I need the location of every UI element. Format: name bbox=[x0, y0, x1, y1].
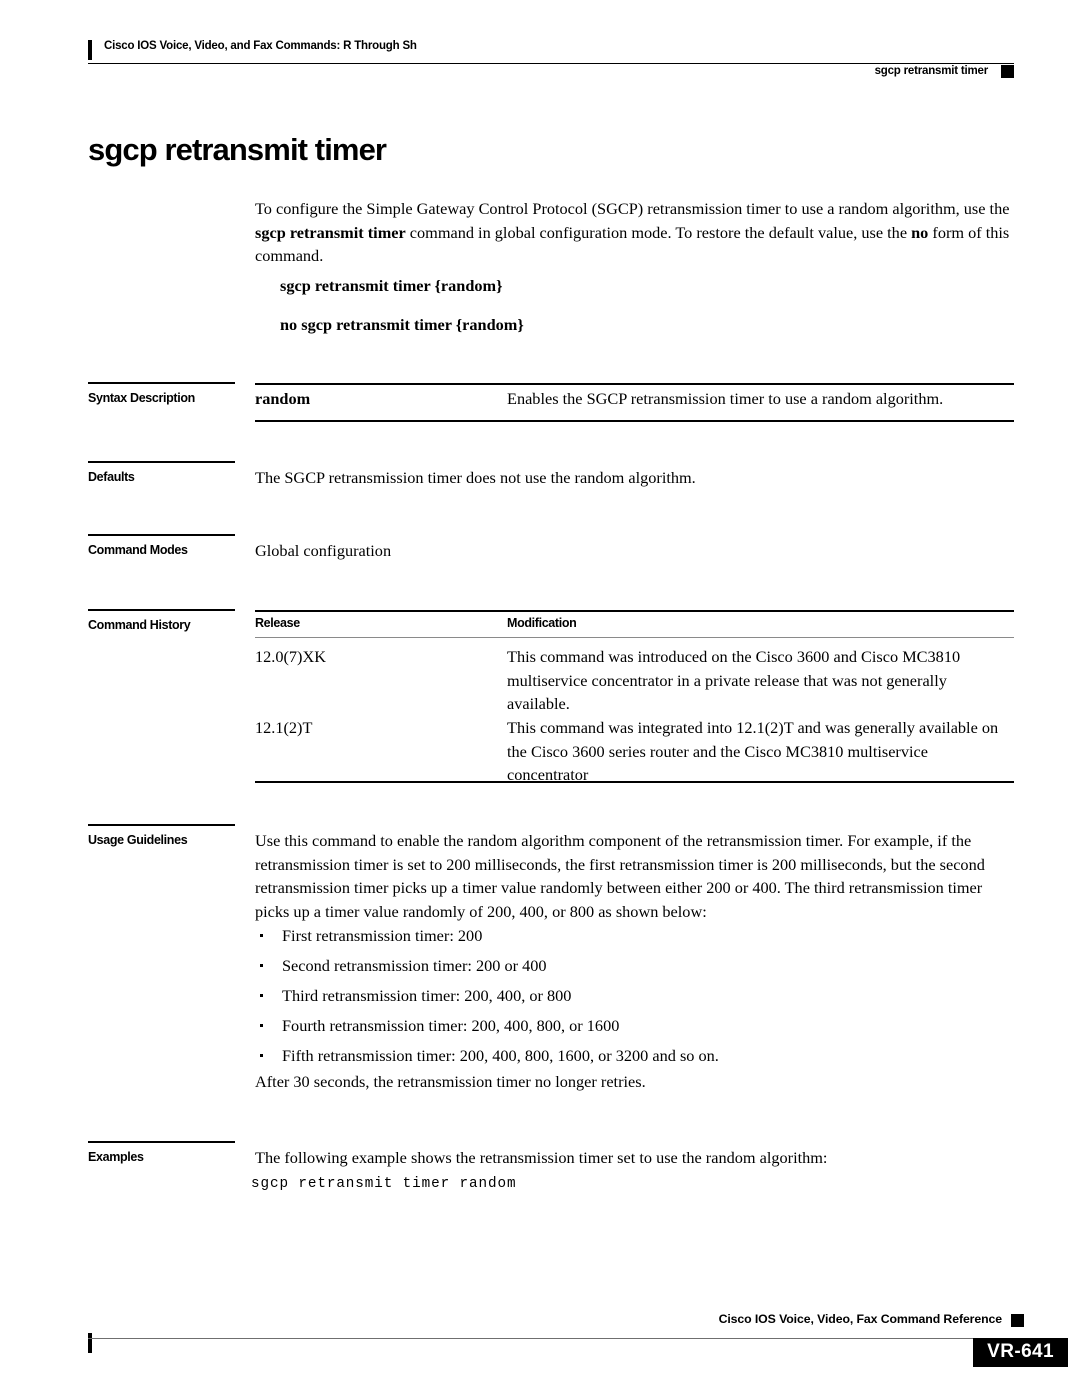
page-header: Cisco IOS Voice, Video, and Fax Commands… bbox=[88, 38, 1014, 78]
bullet-marker-icon bbox=[260, 964, 263, 967]
table-rule-bottom bbox=[255, 781, 1014, 783]
section-label-text: Command Modes bbox=[88, 543, 188, 557]
section-label-text: Defaults bbox=[88, 470, 135, 484]
list-item-text: Fourth retransmission timer: 200, 400, 8… bbox=[282, 1016, 620, 1035]
section-label-text: Command History bbox=[88, 618, 191, 632]
table-row: 12.1(2)T bbox=[255, 718, 313, 737]
syntax-line-positive: sgcp retransmit timer {random} bbox=[280, 276, 503, 295]
list-item-text: Third retransmission timer: 200, 400, or… bbox=[282, 986, 572, 1005]
example-code-block: sgcp retransmit timer random bbox=[251, 1176, 517, 1192]
section-label-command-modes: Command Modes bbox=[88, 534, 238, 557]
intro-bold-command: sgcp retransmit timer bbox=[255, 222, 406, 242]
section-label-rule bbox=[88, 461, 235, 463]
running-head: sgcp retransmit timer bbox=[874, 65, 989, 77]
footer-square-marker bbox=[1011, 1314, 1024, 1327]
header-square-marker bbox=[1001, 65, 1014, 78]
bullet-marker-icon bbox=[260, 1054, 263, 1057]
syntax-term: random bbox=[255, 389, 311, 408]
header-tick-mark bbox=[88, 40, 92, 60]
section-label-rule bbox=[88, 382, 235, 384]
footer-divider bbox=[88, 1338, 1014, 1339]
section-label-syntax-description: Syntax Description bbox=[88, 382, 238, 405]
command-modes-text: Global configuration bbox=[255, 541, 392, 560]
usage-guidelines-paragraph: Use this command to enable the random al… bbox=[255, 831, 985, 921]
usage-guidelines-bullet-list: First retransmission timer: 200 Second r… bbox=[260, 921, 1000, 1071]
list-item: Third retransmission timer: 200, 400, or… bbox=[260, 981, 1000, 1011]
section-label-examples: Examples bbox=[88, 1141, 238, 1164]
section-label-text: Examples bbox=[88, 1150, 144, 1164]
table-rule-header bbox=[255, 637, 1014, 638]
column-header-modification: Modification bbox=[507, 616, 577, 630]
list-item: Fifth retransmission timer: 200, 400, 80… bbox=[260, 1041, 1000, 1071]
list-item: Fourth retransmission timer: 200, 400, 8… bbox=[260, 1011, 1000, 1041]
syntax-line-negative: no sgcp retransmit timer {random} bbox=[280, 315, 524, 334]
table-rule-bottom bbox=[255, 420, 1014, 422]
section-label-rule bbox=[88, 534, 235, 536]
table-rule-top bbox=[255, 610, 1014, 612]
header-divider bbox=[88, 63, 1014, 64]
document-page: Cisco IOS Voice, Video, and Fax Commands… bbox=[0, 0, 1080, 1397]
intro-part-1: To configure the Simple Gateway Control … bbox=[255, 199, 1010, 218]
book-title: Cisco IOS Voice, Video, and Fax Commands… bbox=[104, 40, 417, 52]
section-label-rule bbox=[88, 1141, 235, 1143]
section-label-defaults: Defaults bbox=[88, 461, 238, 484]
table-row: 12.0(7)XK bbox=[255, 647, 326, 666]
section-label-text: Syntax Description bbox=[88, 391, 195, 405]
list-item: First retransmission timer: 200 bbox=[260, 921, 1000, 951]
defaults-text: The SGCP retransmission timer does not u… bbox=[255, 468, 696, 487]
examples-text: The following example shows the retransm… bbox=[255, 1148, 828, 1167]
section-label-rule bbox=[88, 824, 235, 826]
list-item: Second retransmission timer: 200 or 400 bbox=[260, 951, 1000, 981]
bullet-marker-icon bbox=[260, 994, 263, 997]
page-number-badge: VR-641 bbox=[973, 1338, 1068, 1367]
table-rule-top bbox=[255, 383, 1014, 385]
page-title: sgcp retransmit timer bbox=[88, 132, 387, 167]
intro-part-2: command in global configuration mode. To… bbox=[405, 222, 912, 242]
footer-title: Cisco IOS Voice, Video, Fax Command Refe… bbox=[718, 1312, 1003, 1326]
bullet-marker-icon bbox=[260, 934, 263, 937]
table-row: This command was integrated into 12.1(2)… bbox=[507, 718, 999, 784]
section-label-text: Usage Guidelines bbox=[88, 833, 188, 847]
table-row: This command was introduced on the Cisco… bbox=[507, 647, 961, 713]
bullet-marker-icon bbox=[260, 1024, 263, 1027]
list-item-text: Fifth retransmission timer: 200, 400, 80… bbox=[282, 1046, 719, 1065]
section-label-rule bbox=[88, 609, 235, 611]
syntax-term-description: Enables the SGCP retransmission timer to… bbox=[507, 389, 944, 408]
footer-tick-mark bbox=[88, 1333, 92, 1353]
intro-bold-no: no bbox=[911, 222, 929, 242]
column-header-release: Release bbox=[255, 616, 300, 630]
command-description: To configure the Simple Gateway Control … bbox=[255, 197, 1015, 268]
list-item-text: First retransmission timer: 200 bbox=[282, 926, 483, 945]
section-label-command-history: Command History bbox=[88, 609, 238, 632]
list-item-text: Second retransmission timer: 200 or 400 bbox=[282, 956, 547, 975]
section-label-usage-guidelines: Usage Guidelines bbox=[88, 824, 238, 847]
usage-guidelines-closing: After 30 seconds, the retransmission tim… bbox=[255, 1072, 646, 1091]
